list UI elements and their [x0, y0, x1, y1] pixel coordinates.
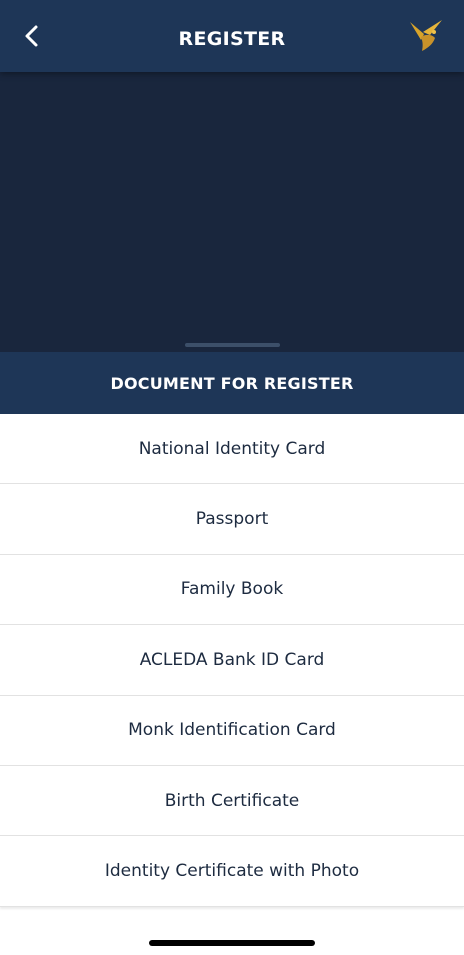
backdrop [0, 72, 464, 352]
document-option-passport[interactable]: Passport [0, 484, 464, 555]
document-option-birth-certificate[interactable]: Birth Certificate [0, 765, 464, 837]
document-option-family-book[interactable]: Family Book [0, 554, 464, 626]
page-title: REGISTER [178, 28, 286, 50]
document-option-national-identity-card[interactable]: National Identity Card [0, 414, 464, 485]
document-list: National Identity Card Passport Family B… [0, 414, 464, 907]
document-option-identity-certificate-with-photo[interactable]: Identity Certificate with Photo [0, 836, 464, 907]
bird-logo-icon [408, 18, 444, 54]
document-option-acleda-bank-id-card[interactable]: ACLEDA Bank ID Card [0, 625, 464, 696]
sheet-title: DOCUMENT FOR REGISTER [0, 352, 464, 414]
sheet-handle[interactable] [185, 343, 280, 347]
document-option-monk-identification-card[interactable]: Monk Identification Card [0, 695, 464, 766]
home-indicator[interactable] [149, 940, 315, 946]
app-header: REGISTER [0, 0, 464, 72]
